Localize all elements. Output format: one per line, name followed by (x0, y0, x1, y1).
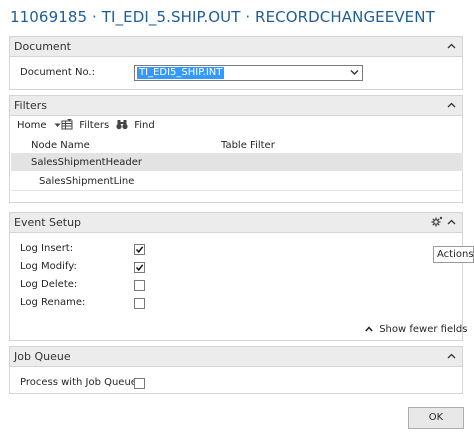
dropdown-arrow-icon[interactable] (350, 69, 359, 76)
find-button[interactable]: Find (116, 119, 155, 131)
event-setup-section-header[interactable]: Event Setup (10, 213, 462, 233)
doc-no-dropdown[interactable]: TI_EDI5_SHIP.INT (134, 65, 363, 81)
doc-no-value: TI_EDI5_SHIP.INT (137, 67, 225, 79)
actions-tooltip-text: Actions (Ctrl+Shift+A) (437, 249, 474, 260)
actions-tooltip: Actions (Ctrl+Shift+A) (433, 246, 474, 263)
home-menu[interactable]: Home (17, 120, 61, 131)
chevron-down-icon (54, 123, 61, 127)
show-fewer-fields-label: Show fewer fields (379, 324, 468, 335)
log-rename-label: Log Rename: (20, 297, 86, 308)
log-delete-label: Log Delete: (20, 279, 78, 290)
show-fewer-fields-link[interactable]: Show fewer fields (365, 324, 467, 335)
table-row-node-name[interactable]: SalesShipmentHeader (31, 157, 142, 168)
event-setup-section-title: Event Setup (14, 216, 82, 229)
ok-button[interactable]: OK (408, 407, 464, 429)
row-divider (11, 190, 463, 191)
table-row-node-name[interactable]: SalesShipmentLine (39, 176, 134, 187)
chevron-up-icon (365, 326, 373, 332)
document-section-title: Document (14, 40, 71, 53)
log-modify-label: Log Modify: (20, 261, 77, 272)
log-insert-checkbox[interactable] (134, 244, 145, 255)
filters-section: Filters Home Filters Find Node Name Tabl… (9, 95, 463, 203)
collapse-chevron-icon[interactable] (447, 218, 456, 227)
binoculars-icon (116, 120, 128, 130)
filter-table-icon (61, 119, 73, 130)
actions-gear-icon[interactable] (431, 216, 443, 228)
log-insert-label: Log Insert: (20, 243, 74, 254)
process-with-job-queue-label: Process with Job Queue: (20, 377, 141, 388)
node-name-column-header[interactable]: Node Name (31, 140, 90, 151)
job-queue-section: Job Queue Process with Job Queue: (9, 346, 463, 394)
window-title: 11069185 · TI_EDI_5.SHIP.OUT · RECORDCHA… (10, 8, 435, 26)
process-with-job-queue-checkbox[interactable] (134, 378, 145, 389)
collapse-chevron-icon[interactable] (447, 101, 456, 110)
job-queue-section-title: Job Queue (14, 350, 71, 363)
checkmark-icon (135, 246, 144, 253)
collapse-chevron-icon[interactable] (447, 352, 456, 361)
find-button-label: Find (134, 119, 155, 131)
job-queue-section-header[interactable]: Job Queue (10, 347, 462, 367)
filters-section-header[interactable]: Filters (10, 96, 462, 116)
filters-section-title: Filters (14, 99, 47, 112)
document-section: Document Document No.: TI_EDI5_SHIP.INT (9, 36, 463, 90)
table-filter-column-header[interactable]: Table Filter (221, 140, 275, 151)
collapse-chevron-icon[interactable] (447, 42, 456, 51)
document-section-header[interactable]: Document (10, 37, 462, 57)
event-setup-section: Event Setup Log Insert: Log Modify: Log … (9, 212, 467, 341)
filters-button[interactable]: Filters (61, 119, 109, 131)
filters-button-label: Filters (79, 119, 110, 131)
log-delete-checkbox[interactable] (134, 280, 145, 291)
log-modify-checkbox[interactable] (134, 262, 145, 273)
checkmark-icon (135, 264, 144, 271)
doc-no-label: Document No.: (20, 67, 95, 78)
home-menu-label: Home (17, 120, 47, 131)
log-rename-checkbox[interactable] (134, 298, 145, 309)
